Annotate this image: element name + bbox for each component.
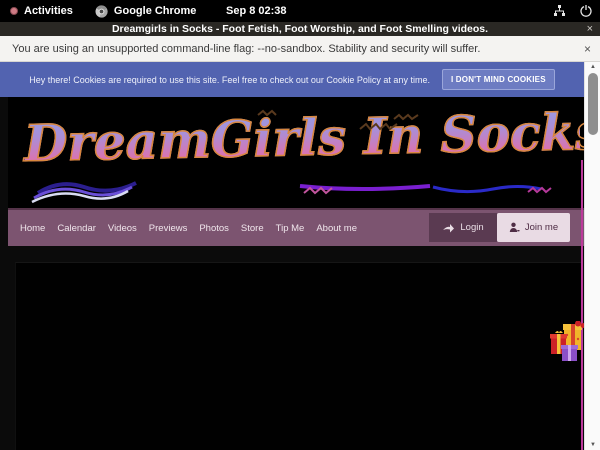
nav-item-tipme[interactable]: Tip Me <box>276 223 305 234</box>
infobar-message: You are using an unsupported command-lin… <box>0 43 480 55</box>
screen: Activities Google Chrome Sep 8 02:38 <box>0 0 600 450</box>
join-person-icon <box>509 222 520 233</box>
cookie-message: Hey there! Cookies are required to use t… <box>29 75 430 85</box>
page-scrollbar: ▲ ▼ <box>584 62 600 450</box>
login-label: Login <box>460 222 483 233</box>
nav-item-calendar[interactable]: Calendar <box>57 223 96 234</box>
nav-item-home[interactable]: Home <box>20 223 45 234</box>
accept-cookies-button[interactable]: I DON'T MIND COOKIES <box>442 69 555 90</box>
login-button[interactable]: Login <box>429 213 497 242</box>
site-logo[interactable]: DreamGirls In Socks <box>23 99 580 176</box>
page-accent-border <box>581 160 583 450</box>
join-label: Join me <box>525 222 558 233</box>
login-arrow-icon <box>442 223 455 233</box>
nav-item-previews[interactable]: Previews <box>149 223 188 234</box>
scrollbar-down-arrow[interactable]: ▼ <box>585 440 600 450</box>
scrollbar-up-arrow[interactable]: ▲ <box>585 62 600 72</box>
app-menu-label: Google Chrome <box>114 5 197 17</box>
gifts-banner[interactable] <box>549 321 584 369</box>
site-container: DreamGirls In Socks <box>8 97 584 246</box>
clock[interactable]: Sep 8 02:38 <box>226 0 287 22</box>
chrome-icon <box>95 5 108 18</box>
nav-item-photos[interactable]: Photos <box>199 223 229 234</box>
window-title: Dreamgirls in Socks - Foot Fetish, Foot … <box>112 23 488 35</box>
recording-indicator-icon <box>10 7 18 15</box>
site-header: DreamGirls In Socks <box>8 97 584 210</box>
app-menu-button[interactable]: Google Chrome <box>95 5 197 18</box>
infobar-close-button[interactable]: × <box>584 42 591 56</box>
nav-item-videos[interactable]: Videos <box>108 223 137 234</box>
window-close-button[interactable]: × <box>587 22 593 36</box>
nav-links: Home Calendar Videos Previews Photos Sto… <box>20 210 357 246</box>
nav-item-aboutme[interactable]: About me <box>316 223 357 234</box>
network-icon[interactable] <box>553 5 566 17</box>
window-titlebar: Dreamgirls in Socks - Foot Fetish, Foot … <box>0 22 600 36</box>
nav-item-store[interactable]: Store <box>241 223 264 234</box>
main-navbar: Home Calendar Videos Previews Photos Sto… <box>8 210 584 246</box>
join-button[interactable]: Join me <box>497 213 570 242</box>
gnome-top-bar: Activities Google Chrome Sep 8 02:38 <box>0 0 600 22</box>
scrollbar-thumb[interactable] <box>588 73 598 135</box>
cookie-notice-bar: Hey there! Cookies are required to use t… <box>0 62 584 97</box>
main-content-area <box>15 262 581 450</box>
power-icon[interactable] <box>580 5 592 17</box>
webpage: Hey there! Cookies are required to use t… <box>0 62 584 450</box>
sandbox-warning-infobar: You are using an unsupported command-lin… <box>0 36 600 62</box>
browser-viewport: Hey there! Cookies are required to use t… <box>0 62 600 450</box>
activities-button[interactable]: Activities <box>24 5 73 17</box>
